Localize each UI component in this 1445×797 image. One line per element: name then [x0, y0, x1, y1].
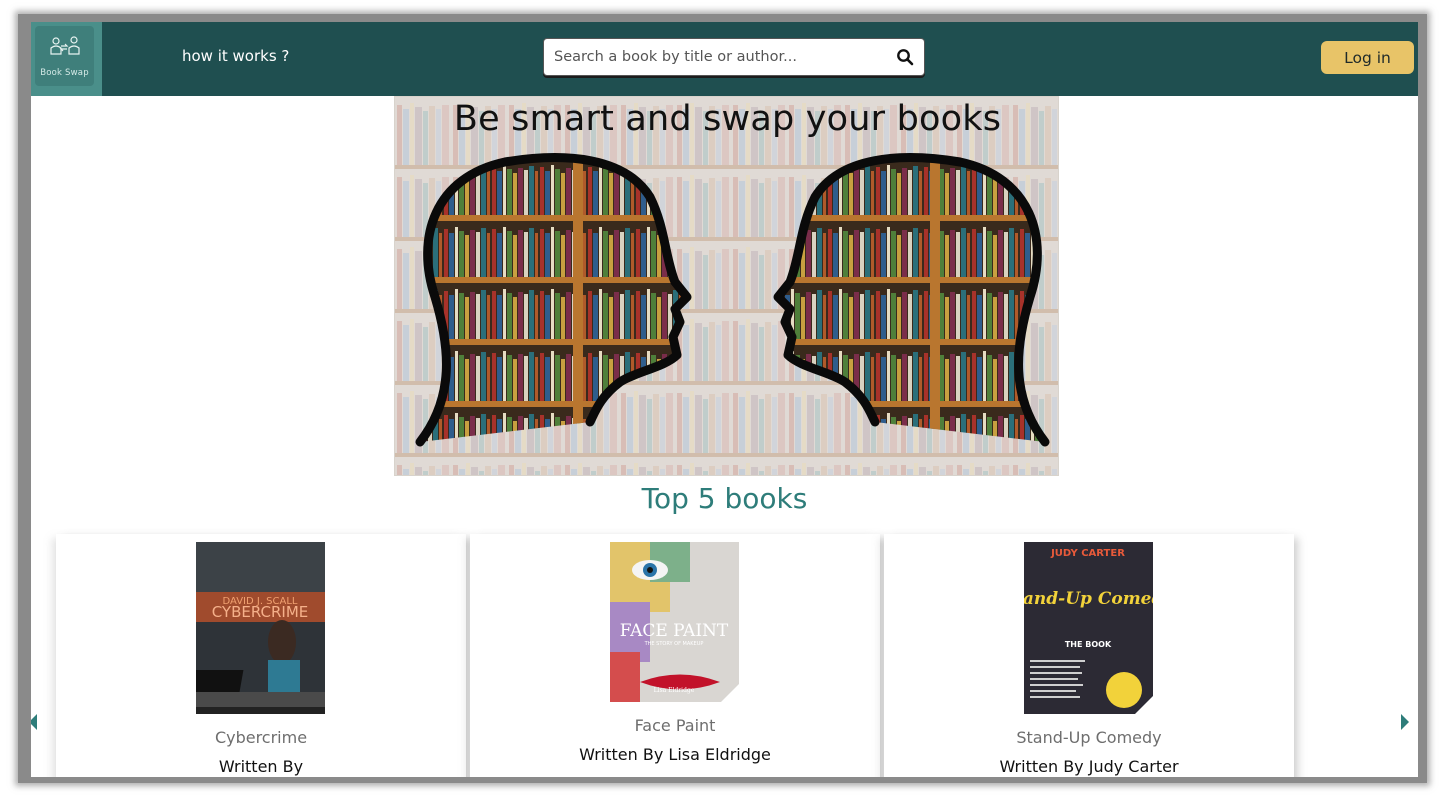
book-title[interactable]: Cybercrime [56, 728, 466, 747]
hero-image [395, 97, 1058, 475]
cover-title-text: Stand-Up Comedy [1024, 589, 1153, 609]
navbar: Book Swap how it works ? Log in [31, 22, 1418, 96]
book-card[interactable]: DAVID J. SCALL CYBERCRIME Cybercrime Wri… [56, 534, 466, 777]
book-cover-cybercrime[interactable]: DAVID J. SCALL CYBERCRIME [196, 542, 325, 714]
search-bar [543, 38, 925, 76]
logo-text: Book Swap [40, 68, 89, 78]
book-author: Written By Lisa Eldridge [579, 745, 771, 764]
book-card[interactable]: FACE PAINT THE STORY OF MAKEUP Lisa Eldr… [470, 534, 880, 777]
book-author: Written By [218, 757, 304, 776]
book-card[interactable]: JUDY CARTER Stand-Up Comedy THE BOOK Sta… [884, 534, 1294, 777]
search-input[interactable] [552, 39, 886, 75]
cover-author-text: JUDY CARTER [1050, 548, 1125, 559]
carousel-prev-arrow-icon[interactable] [31, 712, 39, 732]
carousel-next-arrow-icon[interactable] [1399, 712, 1411, 732]
book-author: Written By Judy Carter [999, 757, 1179, 776]
search-icon[interactable] [896, 48, 914, 66]
hero-caption: Be smart and swap your books [453, 99, 1002, 139]
login-button[interactable]: Log in [1321, 41, 1414, 74]
top-books-title: Top 5 books [641, 482, 808, 515]
logo-badge: Book Swap [35, 26, 94, 86]
book-swap-icon [50, 36, 80, 55]
book-title[interactable]: Face Paint [470, 716, 880, 735]
book-title[interactable]: Stand-Up Comedy [884, 728, 1294, 747]
cover-subtitle-text: THE BOOK [1065, 640, 1112, 649]
book-cover-face-paint[interactable]: FACE PAINT THE STORY OF MAKEUP Lisa Eldr… [610, 542, 739, 702]
cover-title-text: FACE PAINT [620, 621, 729, 641]
hero-banner: Be smart and swap your books [394, 96, 1059, 476]
book-cover-stand-up-comedy[interactable]: JUDY CARTER Stand-Up Comedy THE BOOK [1024, 542, 1153, 714]
cover-author-text: Lisa Eldridge [654, 687, 695, 694]
cover-subtitle-text: THE STORY OF MAKEUP [644, 641, 704, 647]
how-it-works-link[interactable]: how it works ? [182, 47, 289, 65]
logo[interactable]: Book Swap [31, 22, 102, 96]
cover-title-text: CYBERCRIME [212, 603, 309, 621]
page: Book Swap how it works ? Log in [31, 22, 1418, 777]
